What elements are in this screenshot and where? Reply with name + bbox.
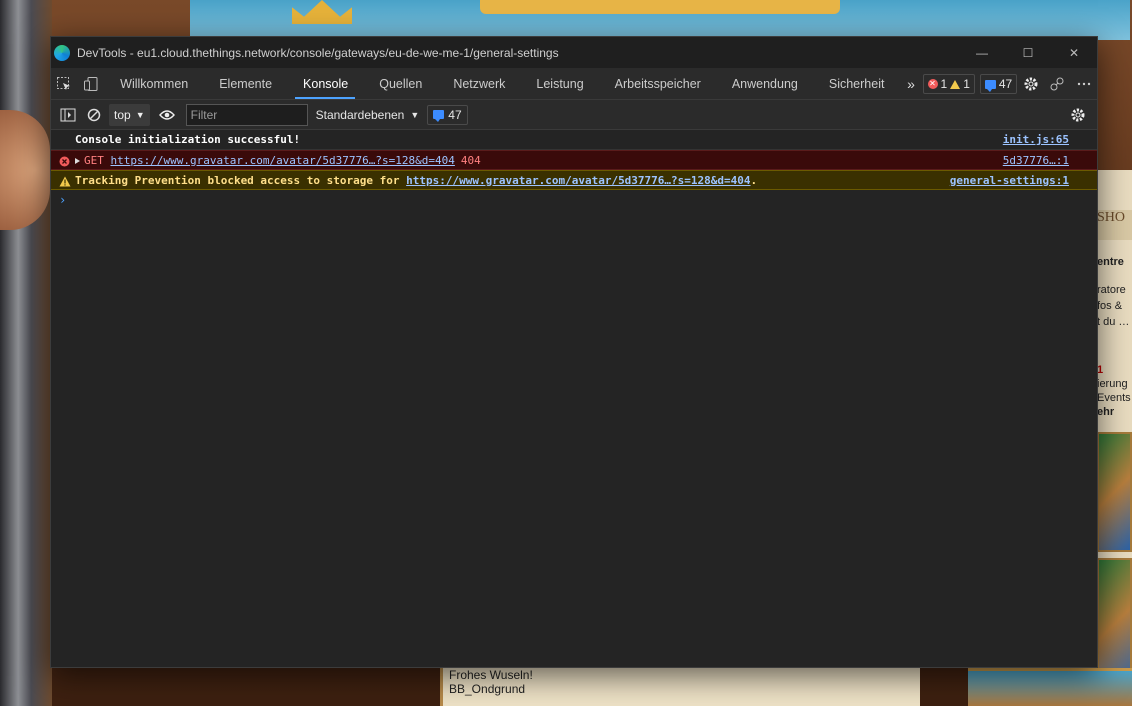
inspect-element-icon[interactable] (51, 68, 78, 99)
prompt-chevron-icon: › (59, 193, 67, 207)
console-message-error[interactable]: GET https://www.gravatar.com/avatar/5d37… (51, 150, 1097, 170)
sidebar-text: fos & (1097, 300, 1123, 312)
sidebar-text: ehr (1097, 406, 1115, 418)
status-code: 404 (460, 153, 481, 167)
sidebar-text: Events (1097, 392, 1131, 404)
message-count: 47 (998, 77, 1013, 91)
console-settings-gear-icon[interactable] (1065, 103, 1091, 127)
error-count: 1 (940, 77, 948, 91)
sidebar-text: ratore (1097, 284, 1126, 296)
messages-counter[interactable]: 47 (979, 74, 1018, 94)
issues-counter[interactable]: ✕ 1 1 (922, 74, 975, 94)
request-method: GET (84, 153, 104, 167)
expand-arrow-icon[interactable] (75, 157, 80, 164)
dropdown-arrow-icon: ▼ (135, 109, 145, 120)
site-logo (480, 0, 840, 14)
context-value: top (114, 107, 131, 122)
devtools-window: DevTools - eu1.cloud.thethings.network/c… (50, 36, 1098, 668)
error-icon: ✕ (927, 79, 938, 89)
post-text: Frohes Wuseln! (449, 668, 533, 682)
filter-input[interactable] (185, 103, 308, 126)
panel-tab-bar: Willkommen Elemente Konsole Quellen Netz… (51, 68, 1097, 100)
sidebar-image[interactable] (1097, 432, 1132, 552)
tab-quellen[interactable]: Quellen (363, 68, 437, 99)
background-image (968, 668, 1132, 706)
log-text: Console initialization successful! (75, 133, 301, 146)
edge-icon (54, 44, 70, 61)
post-signature: BB_Ondgrund (449, 682, 526, 696)
title-bar[interactable]: DevTools - eu1.cloud.thethings.network/c… (51, 37, 1097, 68)
settings-gear-icon[interactable] (1017, 68, 1044, 99)
warning-count: 1 (963, 77, 970, 91)
console-message-count[interactable]: 47 (427, 104, 468, 125)
source-link[interactable]: init.js:65 (1003, 133, 1069, 146)
tab-elemente[interactable]: Elemente (203, 68, 287, 99)
more-options-icon[interactable] (1070, 68, 1097, 99)
warning-suffix: . (750, 173, 758, 187)
message-icon (984, 79, 996, 92)
shop-banner[interactable]: SHO (1097, 210, 1132, 240)
sidebar-toggle-icon[interactable] (55, 103, 81, 127)
console-message-log: Console initialization successful! init.… (51, 130, 1097, 150)
console-message-warning: Tracking Prevention blocked access to st… (51, 170, 1097, 190)
live-expression-eye-icon[interactable] (154, 103, 180, 127)
tab-willkommen[interactable]: Willkommen (104, 68, 203, 99)
maximize-button[interactable]: ☐ (1005, 37, 1051, 68)
message-count: 47 (448, 107, 462, 122)
context-selector[interactable]: top ▼ (109, 103, 150, 126)
console-prompt[interactable]: › (51, 190, 1097, 210)
request-url-link[interactable]: https://www.gravatar.com/avatar/5d37776…… (111, 154, 455, 167)
source-link[interactable]: 5d37776…:1 (1003, 154, 1069, 167)
tab-sicherheit[interactable]: Sicherheit (813, 68, 900, 99)
message-icon (433, 110, 445, 122)
log-levels-label: Standardebenen (315, 107, 405, 122)
warning-text: Tracking Prevention blocked access to st… (75, 173, 400, 187)
error-icon (59, 156, 70, 170)
clear-console-icon[interactable] (81, 103, 107, 127)
dropdown-arrow-icon: ▼ (410, 109, 420, 120)
source-link[interactable]: general-settings:1 (950, 174, 1069, 187)
blocked-url-link[interactable]: https://www.gravatar.com/avatar/5d37776…… (406, 174, 750, 187)
log-levels-dropdown[interactable]: Standardebenen ▼ (316, 108, 420, 122)
console-output[interactable]: Console initialization successful! init.… (51, 130, 1097, 210)
sidebar-text: entre (1097, 256, 1124, 268)
connect-devices-icon[interactable] (1044, 68, 1071, 99)
window-title: DevTools - eu1.cloud.thethings.network/c… (77, 45, 559, 60)
close-button[interactable]: ✕ (1051, 37, 1097, 68)
warning-icon (950, 79, 961, 89)
knight-image (0, 0, 52, 706)
warning-icon (59, 176, 71, 190)
tab-leistung[interactable]: Leistung (520, 68, 598, 99)
tab-netzwerk[interactable]: Netzwerk (437, 68, 520, 99)
more-tabs-button[interactable]: » (899, 68, 922, 99)
tab-arbeitsspeicher[interactable]: Arbeitsspeicher (599, 68, 716, 99)
background-sidebar: SHO entre ratore fos & t du … 1 ierung E… (1097, 170, 1132, 690)
tab-anwendung[interactable]: Anwendung (716, 68, 813, 99)
tab-konsole[interactable]: Konsole (287, 68, 363, 99)
sidebar-text: ierung (1097, 378, 1128, 390)
console-toolbar: top ▼ Standardebenen ▼ 47 (51, 100, 1097, 130)
device-emulation-icon[interactable] (78, 68, 105, 99)
minimize-button[interactable]: — (959, 37, 1005, 68)
forum-post: Frohes Wuseln! BB_Ondgrund (440, 668, 920, 706)
sidebar-text: t du … (1097, 316, 1130, 328)
